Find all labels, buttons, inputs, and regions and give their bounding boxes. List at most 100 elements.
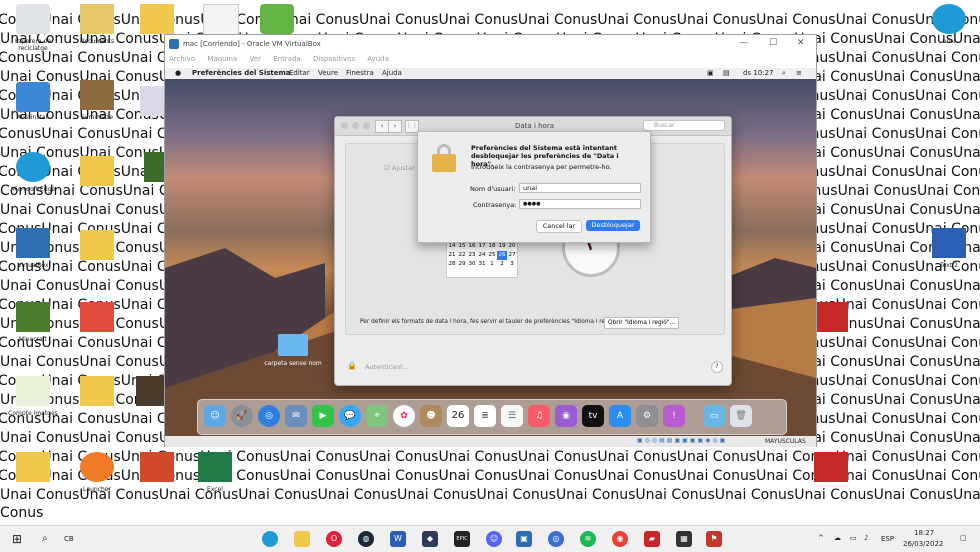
- menu-maquina[interactable]: Máquina: [207, 55, 237, 63]
- discord-icon[interactable]: ☺: [486, 531, 502, 547]
- tv-icon[interactable]: tv: [582, 405, 604, 427]
- help-button[interactable]: ?: [711, 361, 723, 373]
- image-folder-icon[interactable]: [16, 376, 50, 406]
- virtualbox-icon[interactable]: [16, 228, 50, 258]
- close-button[interactable]: [341, 122, 348, 129]
- minecraft-icon[interactable]: [16, 302, 50, 332]
- calendar-day[interactable]: 3: [507, 260, 517, 269]
- menu-finestra[interactable]: Finestra: [346, 69, 374, 77]
- lock-icon[interactable]: 🔒: [347, 361, 357, 370]
- menu-ayuda[interactable]: Ayuda: [367, 55, 389, 63]
- virtualbox-icon[interactable]: ▣: [516, 531, 532, 547]
- calendar-day[interactable]: 17: [477, 242, 487, 251]
- search-icon[interactable]: ⌕: [782, 69, 786, 78]
- search-icon[interactable]: ⌕: [42, 533, 48, 544]
- launcher-icon[interactable]: [80, 452, 114, 482]
- launchpad-icon[interactable]: 🚀: [231, 405, 253, 427]
- unlock-button[interactable]: Desbloquejar: [586, 220, 640, 231]
- menu-archivo[interactable]: Archivo: [169, 55, 195, 63]
- finder-icon[interactable]: ☺: [204, 405, 226, 427]
- system-preferences-icon[interactable]: ⚙: [636, 405, 658, 427]
- cancel-button[interactable]: Cancel·lar: [536, 220, 582, 233]
- app-icon[interactable]: ◎: [548, 531, 564, 547]
- tray-chevron-icon[interactable]: ^: [818, 534, 824, 542]
- facetime-icon[interactable]: ▶: [312, 405, 334, 427]
- word-icon[interactable]: W: [390, 531, 406, 547]
- messages-icon[interactable]: 💬: [339, 405, 361, 427]
- minimize-icon[interactable]: —: [739, 38, 748, 48]
- calendar-day[interactable]: 1: [487, 260, 497, 269]
- downloads-icon[interactable]: ▭: [703, 405, 725, 427]
- window-titlebar[interactable]: mac [Corriendo] - Oracle VM VirtualBox —…: [165, 35, 816, 55]
- calendar-day[interactable]: 23: [467, 251, 477, 260]
- language-indicator[interactable]: ESP: [881, 535, 894, 543]
- music-icon[interactable]: ♫: [528, 405, 550, 427]
- steam-icon[interactable]: ◍: [358, 531, 374, 547]
- taskbar-date[interactable]: 26/03/2022: [903, 540, 943, 548]
- menu-veure[interactable]: Veure: [318, 69, 338, 77]
- calendar-icon[interactable]: 26: [447, 405, 469, 427]
- menubar-clock[interactable]: ds 10:27: [743, 69, 774, 77]
- calendar-day[interactable]: 27: [507, 251, 517, 260]
- device-status-icons[interactable]: ▣◎◎▤▤▣▣▣▣◉◎▣: [637, 437, 727, 444]
- app-icon[interactable]: [80, 302, 114, 332]
- network-icon[interactable]: ▭: [850, 534, 857, 542]
- volume-icon[interactable]: ♪: [864, 534, 868, 542]
- menu-ver[interactable]: Ver: [250, 55, 261, 63]
- file-explorer-icon[interactable]: [294, 531, 310, 547]
- photos-icon[interactable]: ✿: [393, 405, 415, 427]
- input-source-icon[interactable]: ▣: [707, 69, 714, 77]
- calendar-day[interactable]: 26: [497, 251, 507, 260]
- notifications-icon[interactable]: ▢: [960, 534, 967, 542]
- cloud-icon[interactable]: ☁: [834, 534, 841, 542]
- app-icon[interactable]: ▰: [644, 531, 660, 547]
- folder-icon[interactable]: [140, 4, 174, 34]
- feedback-icon[interactable]: !: [663, 405, 685, 427]
- calendar-day[interactable]: 30: [467, 260, 477, 269]
- spotify-icon[interactable]: ≋: [580, 531, 596, 547]
- calendar-day[interactable]: 29: [457, 260, 467, 269]
- maximize-icon[interactable]: ☐: [769, 38, 777, 48]
- calendar-day[interactable]: 24: [477, 251, 487, 260]
- list-icon[interactable]: ≡: [796, 69, 802, 77]
- opera-icon[interactable]: O: [326, 531, 342, 547]
- folder-icon[interactable]: [80, 156, 114, 186]
- recycle-bin-icon[interactable]: [16, 4, 50, 34]
- windows-start-icon[interactable]: ⊞: [12, 532, 22, 546]
- app-icon[interactable]: ▦: [676, 531, 692, 547]
- book-icon[interactable]: [80, 80, 114, 110]
- installer-icon[interactable]: [16, 82, 50, 112]
- menu-editar[interactable]: Editar: [289, 69, 310, 77]
- app-icon[interactable]: ◆: [422, 531, 438, 547]
- safari-icon[interactable]: ◎: [258, 405, 280, 427]
- control-icon[interactable]: ▤: [723, 69, 730, 77]
- username-field[interactable]: unai: [519, 183, 641, 193]
- contacts-icon[interactable]: ☻: [420, 405, 442, 427]
- calendar-day[interactable]: 2: [497, 260, 507, 269]
- taskbar-search-text[interactable]: CB: [64, 535, 74, 543]
- edge-icon[interactable]: [262, 531, 278, 547]
- password-field[interactable]: ●●●●: [519, 199, 641, 209]
- close-icon[interactable]: ✕: [797, 38, 805, 48]
- calendar-day[interactable]: 31: [477, 260, 487, 269]
- calendar-day[interactable]: 19: [497, 242, 507, 251]
- mail-icon[interactable]: ✉: [285, 405, 307, 427]
- menu-app[interactable]: Preferències del Sistema: [192, 69, 291, 77]
- trash-icon[interactable]: 🗑: [730, 405, 752, 427]
- calendar-day[interactable]: 22: [457, 251, 467, 260]
- menu-entrada[interactable]: Entrada: [273, 55, 301, 63]
- virtualbox-window[interactable]: mac [Corriendo] - Oracle VM VirtualBox —…: [164, 34, 817, 447]
- taskbar-time[interactable]: 18:27: [914, 529, 934, 537]
- folder-icon[interactable]: [16, 452, 50, 482]
- folder-icon[interactable]: [278, 334, 308, 356]
- menu-ajuda[interactable]: Ajuda: [382, 69, 402, 77]
- calendar-day[interactable]: 28: [447, 260, 457, 269]
- edge-icon[interactable]: [16, 152, 50, 182]
- forward-button[interactable]: ›: [388, 120, 402, 133]
- epic-games-icon[interactable]: EPIC: [454, 531, 470, 547]
- pdf-icon[interactable]: [814, 302, 848, 332]
- zoom-button[interactable]: [363, 122, 370, 129]
- powerpoint-icon[interactable]: [140, 452, 174, 482]
- folder-icon[interactable]: [80, 4, 114, 34]
- maps-icon[interactable]: ⌖: [366, 405, 388, 427]
